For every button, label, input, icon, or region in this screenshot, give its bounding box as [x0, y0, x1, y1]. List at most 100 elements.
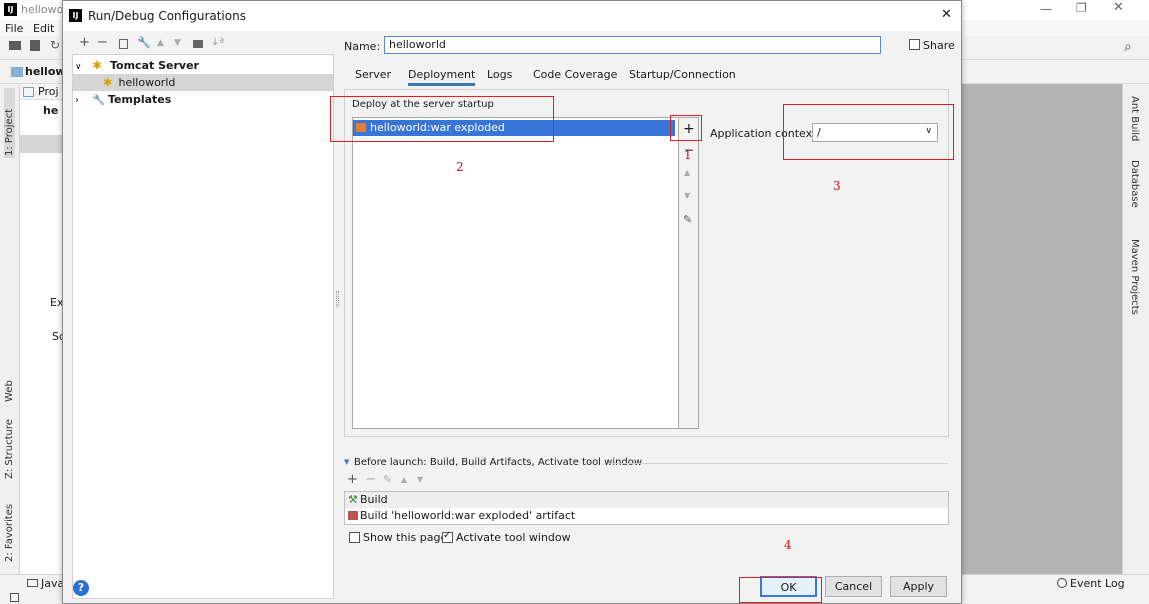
sync-icon[interactable]: ↻	[50, 38, 60, 52]
move-down-task-icon[interactable]: ▼	[417, 475, 423, 484]
config-tree: ∨ ✱ Tomcat Server ✱ helloworld › 🔧 Templ…	[72, 54, 334, 599]
menu-edit[interactable]: Edit	[33, 22, 54, 35]
annotation-number-3: 3	[833, 179, 841, 193]
intellij-logo-icon: IJ	[4, 3, 17, 16]
minimize-icon[interactable]: —	[1040, 2, 1052, 16]
tab-server[interactable]: Server	[355, 68, 391, 86]
tree-label-templates: Templates	[108, 93, 172, 106]
tool-tab-favorites[interactable]: 2: Favorites	[4, 492, 15, 562]
tree-node-templates[interactable]: › 🔧 Templates	[75, 91, 331, 108]
move-up-artifact-icon[interactable]: ▲	[684, 168, 690, 177]
close-window-icon[interactable]: ✕	[1113, 0, 1124, 15]
artifact-build-icon	[348, 511, 358, 520]
add-config-icon[interactable]: +	[79, 35, 90, 50]
show-page-label[interactable]: Show this page	[363, 531, 447, 544]
name-input-value: helloworld	[389, 38, 446, 51]
project-tree-row-selected[interactable]	[20, 135, 65, 153]
tool-tab-ant-build[interactable]: Ant Build	[1129, 96, 1140, 141]
project-panel: Proj he Ex Sc	[20, 84, 65, 574]
tree-node-tomcat[interactable]: ∨ ✱ Tomcat Server	[75, 57, 331, 74]
folder-icon[interactable]	[193, 40, 203, 48]
chevron-right-icon[interactable]: ›	[75, 92, 89, 109]
tool-tab-web[interactable]: Web	[4, 362, 15, 402]
tree-row-he[interactable]: he	[43, 104, 58, 117]
tool-tab-structure[interactable]: Z: Structure	[4, 409, 15, 479]
run-debug-dialog: IJ Run/Debug Configurations ✕ + − 🔧 ▲ ▼ …	[62, 0, 962, 604]
layout-icon[interactable]	[10, 593, 19, 602]
search-everywhere-icon[interactable]: ⌕	[1124, 39, 1132, 55]
java-enterprise-icon	[27, 579, 38, 587]
artifact-list[interactable]: helloworld:war exploded	[352, 117, 679, 429]
project-view-icon	[23, 87, 34, 97]
cancel-button[interactable]: Cancel	[825, 576, 882, 597]
share-label[interactable]: Share	[923, 39, 955, 52]
tool-tab-java[interactable]: Java	[41, 577, 64, 590]
tab-logs[interactable]: Logs	[487, 68, 512, 86]
project-view-label[interactable]: Proj	[38, 85, 59, 98]
apply-button[interactable]: Apply	[890, 576, 947, 597]
before-launch-list: ⚒ Build Build 'helloworld:war exploded' a…	[344, 491, 949, 525]
remove-config-icon[interactable]: −	[97, 35, 108, 50]
save-icon[interactable]	[30, 40, 40, 51]
dialog-title: Run/Debug Configurations	[88, 9, 246, 23]
left-tool-strip: 1: Project Web Z: Structure 2: Favorites	[0, 84, 20, 574]
edit-defaults-icon[interactable]: 🔧	[137, 36, 151, 49]
move-up-icon[interactable]: ▲	[157, 38, 164, 48]
restore-icon[interactable]: ❐	[1076, 1, 1087, 15]
copy-config-icon[interactable]	[119, 39, 128, 49]
move-down-icon[interactable]: ▼	[174, 38, 181, 48]
checkmark-icon: ✓	[443, 530, 452, 541]
dialog-app-icon: IJ	[69, 9, 82, 22]
remove-task-icon[interactable]: −	[365, 472, 376, 487]
event-log-icon	[1057, 578, 1067, 588]
move-down-artifact-icon[interactable]: ▼	[684, 191, 690, 200]
edit-task-icon[interactable]: ✎	[383, 473, 392, 486]
tool-tab-database[interactable]: Database	[1129, 160, 1140, 208]
editor-area	[955, 84, 1122, 574]
tree-label-helloworld: helloworld	[118, 76, 176, 89]
edit-artifact-icon[interactable]: ✎	[683, 213, 692, 226]
sort-icon[interactable]: ↓ª	[211, 37, 224, 48]
annotation-box-3	[783, 104, 954, 160]
before-launch-label: Before launch: Build, Build Artifacts, A…	[354, 457, 643, 468]
tab-startup-connection[interactable]: Startup/Connection	[629, 68, 736, 86]
before-launch-toggle-icon[interactable]: ▼	[344, 458, 349, 466]
before-launch-separator	[608, 463, 948, 464]
project-view-header: Proj	[20, 84, 65, 100]
annotation-number-1: 1	[684, 148, 692, 162]
show-page-checkbox[interactable]	[349, 532, 360, 543]
help-icon[interactable]: ?	[73, 580, 89, 596]
event-log-button[interactable]: Event Log	[1070, 577, 1125, 590]
annotation-box-4	[739, 577, 822, 603]
hammer-icon: ⚒	[348, 493, 358, 506]
splitter-handle[interactable]	[336, 291, 339, 307]
move-up-task-icon[interactable]: ▲	[401, 475, 407, 484]
activate-tool-label[interactable]: Activate tool window	[456, 531, 571, 544]
open-folder-icon[interactable]	[9, 41, 21, 50]
before-launch-toolbar: + − ✎ ▲ ▼	[347, 472, 467, 488]
name-label: Name:	[344, 40, 381, 53]
project-folder-icon	[11, 67, 23, 77]
task-row-build-artifact[interactable]: Build 'helloworld:war exploded' artifact	[345, 508, 948, 524]
annotation-box-2	[330, 96, 554, 142]
activate-tool-checkbox[interactable]: ✓	[442, 530, 453, 543]
tool-tab-project[interactable]: 1: Project	[4, 88, 15, 158]
config-toolbar: + − 🔧 ▲ ▼ ↓ª	[77, 35, 247, 53]
menu-file[interactable]: File	[5, 22, 23, 35]
tomcat-icon: ✱	[92, 59, 102, 72]
add-task-icon[interactable]: +	[347, 472, 358, 487]
tomcat-config-icon: ✱	[103, 76, 113, 89]
wrench-icon: 🔧	[92, 95, 105, 106]
tree-node-helloworld[interactable]: ✱ helloworld	[73, 74, 333, 91]
tool-tab-maven[interactable]: Maven Projects	[1129, 239, 1140, 315]
dialog-close-icon[interactable]: ✕	[941, 7, 952, 22]
name-input[interactable]: helloworld	[384, 36, 881, 54]
tab-deployment[interactable]: Deployment	[408, 68, 476, 86]
tab-code-coverage[interactable]: Code Coverage	[533, 68, 617, 86]
annotation-number-4: 4	[784, 538, 792, 552]
share-checkbox[interactable]	[909, 39, 920, 50]
ide-title: hellowor	[21, 3, 68, 16]
annotation-box-1	[670, 115, 702, 141]
dialog-titlebar: IJ Run/Debug Configurations ✕	[63, 1, 961, 31]
task-row-build[interactable]: ⚒ Build	[345, 492, 948, 508]
